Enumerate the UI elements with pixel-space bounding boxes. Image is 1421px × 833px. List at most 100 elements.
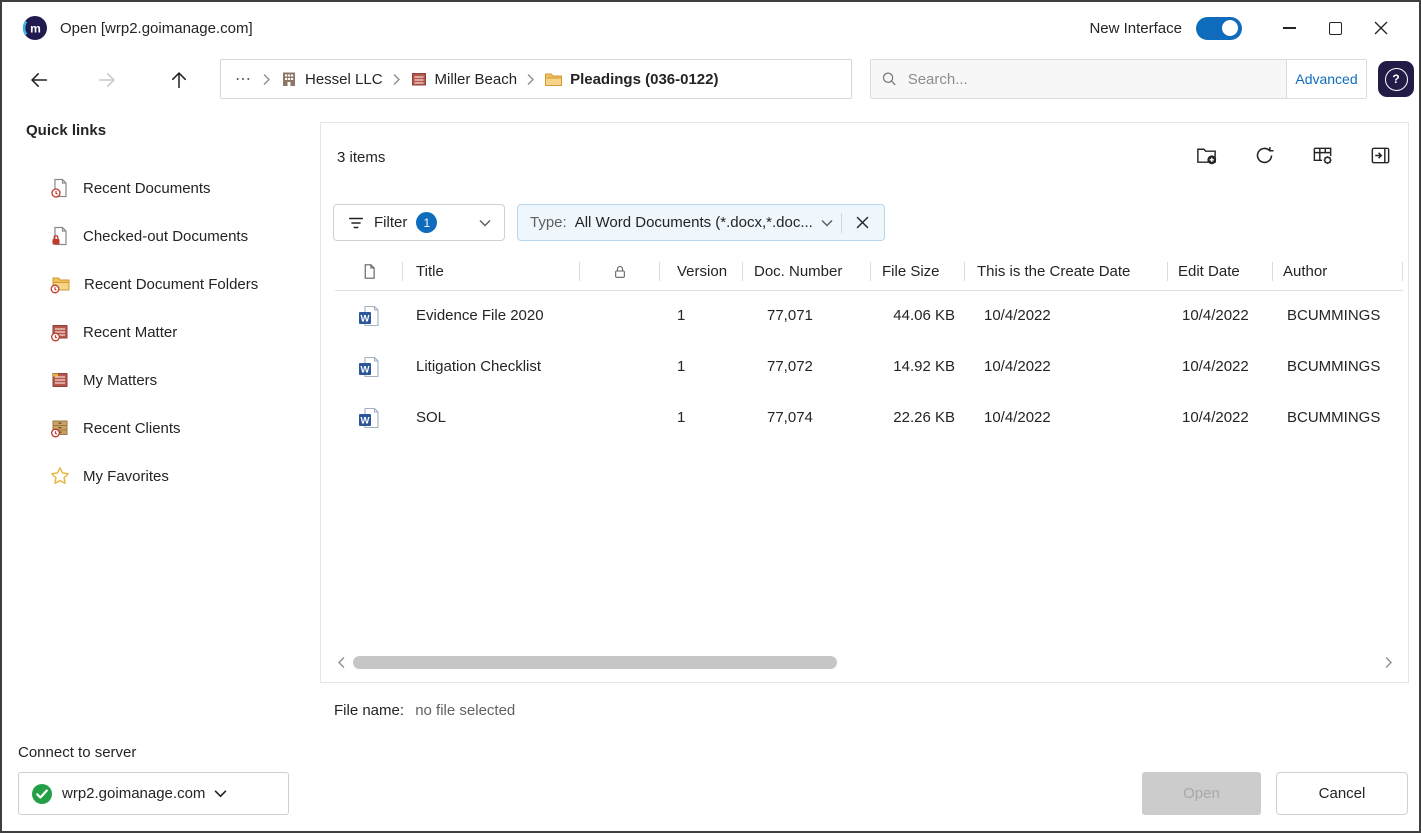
title-bar: m Open [wrp2.goimanage.com] New Interfac…	[2, 2, 1419, 54]
chevron-down-icon[interactable]	[821, 219, 833, 227]
close-icon	[1374, 21, 1388, 35]
sidebar-item-recent-document-folders[interactable]: Recent Document Folders	[2, 260, 320, 308]
my-favorites-icon	[50, 466, 70, 486]
doc-edit-date: 10/4/2022	[1168, 409, 1273, 426]
doc-title: Evidence File 2020	[403, 307, 580, 324]
scroll-left-button[interactable]	[333, 654, 349, 670]
column-settings-icon	[1311, 144, 1334, 167]
document-list-panel: 3 items	[320, 122, 1409, 683]
doc-author: BCUMMINGS	[1273, 358, 1403, 375]
open-button[interactable]: Open	[1142, 772, 1261, 815]
items-count: 3 items	[337, 149, 385, 166]
breadcrumb-item-client[interactable]: Hessel LLC	[280, 70, 383, 88]
search-input[interactable]	[906, 70, 1276, 89]
table-row[interactable]: W Evidence File 2020 1 77,071 44.06 KB 1…	[335, 290, 1403, 341]
help-icon: ?	[1385, 68, 1408, 91]
sidebar-item-label: Recent Matter	[83, 324, 177, 341]
doc-number: 77,071	[743, 307, 871, 324]
document-icon	[361, 263, 378, 280]
sidebar-item-recent-documents[interactable]: Recent Documents	[2, 164, 320, 212]
svg-text:W: W	[361, 313, 370, 324]
close-icon	[856, 216, 869, 229]
breadcrumb-item-folder[interactable]: Pleadings (036-0122)	[544, 70, 718, 88]
manage-columns-button[interactable]	[1311, 144, 1334, 167]
minimize-icon	[1283, 27, 1296, 29]
sidebar-item-recent-matter[interactable]: Recent Matter	[2, 308, 320, 356]
doc-author: BCUMMINGS	[1273, 409, 1403, 426]
table-row[interactable]: W Litigation Checklist 1 77,072 14.92 KB…	[335, 341, 1403, 392]
preview-pane-toggle-button[interactable]	[1369, 144, 1392, 167]
column-header-author[interactable]: Author	[1273, 253, 1403, 290]
filter-button[interactable]: Filter 1	[333, 204, 505, 241]
doc-create-date: 10/4/2022	[965, 409, 1168, 426]
doc-author: BCUMMINGS	[1273, 307, 1403, 324]
client-icon	[280, 70, 298, 88]
advanced-search-button[interactable]: Advanced	[1286, 60, 1366, 98]
chip-value: All Word Documents (*.docx,*.doc...	[575, 214, 813, 231]
type-filter-chip[interactable]: Type: All Word Documents (*.docx,*.doc..…	[517, 204, 885, 241]
search-box[interactable]	[871, 60, 1286, 98]
server-name: wrp2.goimanage.com	[62, 785, 205, 802]
preview-pane-icon	[1369, 144, 1392, 167]
doc-edit-date: 10/4/2022	[1168, 358, 1273, 375]
maximize-icon	[1329, 22, 1342, 35]
breadcrumb-item-matter[interactable]: Miller Beach	[410, 70, 518, 88]
maximize-button[interactable]	[1312, 8, 1358, 48]
doc-create-date: 10/4/2022	[965, 358, 1168, 375]
column-header-file-size[interactable]: File Size	[871, 253, 965, 290]
sidebar-item-label: My Matters	[83, 372, 157, 389]
sidebar-item-label: Recent Documents	[83, 180, 211, 197]
svg-text:m: m	[30, 22, 41, 36]
chevron-right-icon	[1384, 656, 1393, 669]
sidebar-item-my-matters[interactable]: My Matters	[2, 356, 320, 404]
help-button[interactable]: ?	[1378, 61, 1414, 97]
column-header-edit-date[interactable]: Edit Date	[1168, 253, 1273, 290]
doc-edit-date: 10/4/2022	[1168, 307, 1273, 324]
recent-clients-icon	[50, 418, 70, 438]
sidebar-item-label: Checked-out Documents	[83, 228, 248, 245]
scrollbar-thumb[interactable]	[353, 656, 837, 669]
chevron-right-icon	[262, 73, 271, 86]
minimize-button[interactable]	[1266, 8, 1312, 48]
search-group: Advanced	[870, 59, 1367, 99]
column-header-doctype[interactable]	[335, 253, 403, 290]
chevron-right-icon	[526, 73, 535, 86]
doc-title: Litigation Checklist	[403, 358, 580, 375]
scroll-right-button[interactable]	[1380, 654, 1396, 670]
navigation-bar: ⋯ Hessel LLC Miller Beach	[2, 54, 1419, 104]
breadcrumb-label: Miller Beach	[435, 71, 518, 88]
close-button[interactable]	[1358, 8, 1404, 48]
refresh-icon	[1253, 144, 1276, 167]
sidebar-item-checked-out-documents[interactable]: Checked-out Documents	[2, 212, 320, 260]
search-icon	[881, 70, 898, 88]
up-button[interactable]	[166, 67, 192, 93]
forward-button[interactable]	[94, 67, 120, 93]
sidebar-item-my-favorites[interactable]: My Favorites	[2, 452, 320, 500]
column-header-doc-number[interactable]: Doc. Number	[743, 253, 871, 290]
new-folder-button[interactable]	[1195, 144, 1218, 167]
recent-document-folders-icon	[50, 274, 71, 294]
cancel-button[interactable]: Cancel	[1276, 772, 1408, 815]
column-header-lock[interactable]	[580, 253, 660, 290]
breadcrumb-label: Hessel LLC	[305, 71, 383, 88]
imanage-logo-icon: m	[22, 15, 48, 41]
table-row[interactable]: W SOL 1 77,074 22.26 KB 10/4/2022 10/4/2…	[335, 392, 1403, 443]
filter-label: Filter	[374, 214, 407, 231]
column-header-title[interactable]: Title	[403, 253, 580, 290]
sidebar-item-recent-clients[interactable]: Recent Clients	[2, 404, 320, 452]
server-select[interactable]: wrp2.goimanage.com	[18, 772, 289, 815]
refresh-button[interactable]	[1253, 144, 1276, 167]
column-header-create-date[interactable]: This is the Create Date	[965, 253, 1168, 290]
remove-filter-button[interactable]	[850, 210, 876, 236]
chevron-down-icon	[479, 219, 491, 227]
doc-create-date: 10/4/2022	[965, 307, 1168, 324]
file-name-value: no file selected	[415, 702, 515, 719]
word-document-icon: W	[358, 356, 380, 378]
column-header-version[interactable]: Version	[660, 253, 743, 290]
doc-version: 1	[660, 358, 743, 375]
new-interface-toggle[interactable]	[1196, 17, 1242, 40]
connected-status-icon	[31, 783, 53, 805]
sidebar-item-label: My Favorites	[83, 468, 169, 485]
breadcrumb-overflow-button[interactable]: ⋯	[233, 69, 253, 89]
back-button[interactable]	[26, 67, 52, 93]
